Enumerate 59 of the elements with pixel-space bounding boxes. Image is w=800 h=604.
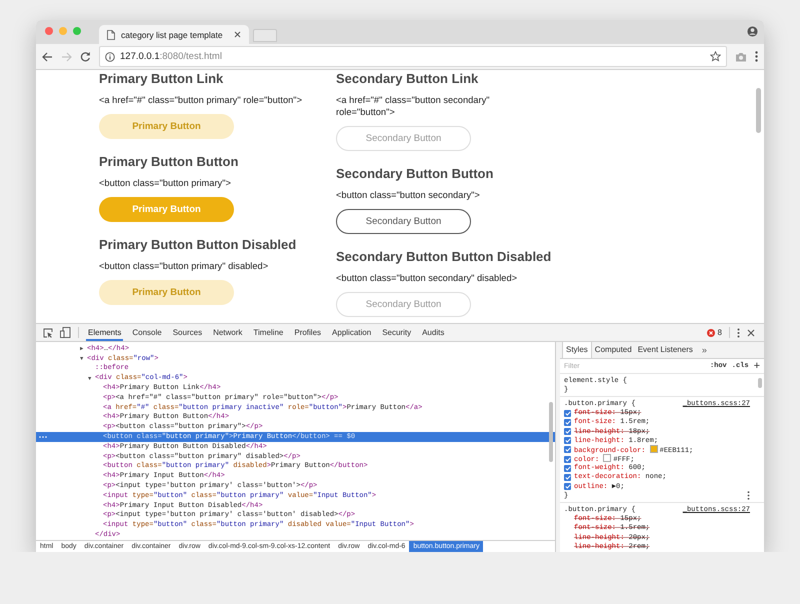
- device-toolbar-icon[interactable]: [60, 327, 71, 338]
- checkbox[interactable]: [564, 428, 571, 436]
- styles-tab[interactable]: Computed: [592, 342, 635, 358]
- checkbox[interactable]: [564, 483, 571, 490]
- checkbox[interactable]: [564, 474, 571, 481]
- star-icon[interactable]: [710, 51, 721, 62]
- section-heading: Primary Button Button Disabled: [99, 237, 298, 252]
- scrollbar-thumb[interactable]: [549, 402, 553, 462]
- checkbox[interactable]: [564, 418, 571, 426]
- error-count[interactable]: 8: [718, 328, 722, 337]
- section-heading: Primary Button Link: [99, 71, 224, 86]
- new-rule-button[interactable]: +: [754, 360, 760, 372]
- code-snippet: <button class="button primary" disabled>: [99, 260, 270, 272]
- close-icon[interactable]: [234, 31, 241, 38]
- inspect-element-icon[interactable]: [43, 328, 53, 338]
- kebab-menu-icon[interactable]: [755, 51, 758, 62]
- devtools-tab[interactable]: Audits: [420, 324, 446, 341]
- styles-tab[interactable]: Styles: [562, 342, 592, 358]
- reload-icon[interactable]: [80, 51, 91, 62]
- back-arrow-icon[interactable]: [42, 52, 53, 62]
- code-snippet: <button class="button primary">: [99, 177, 232, 189]
- checkbox[interactable]: [564, 456, 571, 463]
- close-window-icon[interactable]: [45, 27, 53, 35]
- code-snippet: <a href="#" class="button secondary" role="button">: [336, 94, 491, 118]
- kebab-menu-icon[interactable]: [747, 491, 750, 500]
- scrollbar-thumb[interactable]: [756, 88, 761, 133]
- devtools-tab[interactable]: Profiles: [292, 324, 324, 341]
- document-icon: [107, 30, 115, 40]
- info-icon: [105, 52, 115, 62]
- section-heading: Secondary Button Button: [336, 166, 494, 181]
- kebab-menu-icon[interactable]: [737, 328, 740, 338]
- browser-tab[interactable]: category list page template: [99, 25, 249, 44]
- devtools-tab[interactable]: Security: [380, 324, 414, 341]
- profile-icon[interactable]: [747, 26, 758, 37]
- section-heading: Primary Button Button: [99, 154, 240, 169]
- more-tabs-button[interactable]: »: [696, 345, 713, 355]
- scrollbar-thumb[interactable]: [758, 378, 762, 388]
- devtools-tab[interactable]: Elements: [86, 324, 124, 341]
- tab-title: category list page template: [121, 30, 224, 40]
- code-snippet: <a href="#" class="button primary" role="button">: [99, 94, 304, 106]
- checkbox[interactable]: [564, 446, 571, 454]
- code-snippet: <button class="button secondary" disabled>: [336, 272, 518, 284]
- devtools-tab[interactable]: Network: [211, 324, 244, 341]
- error-icon: [706, 328, 715, 336]
- devtools-tab[interactable]: Sources: [170, 324, 204, 341]
- section-heading: Secondary Button Link: [336, 71, 480, 86]
- close-icon[interactable]: [747, 328, 755, 336]
- devtools-tab[interactable]: Console: [130, 324, 164, 341]
- checkbox[interactable]: [564, 464, 571, 472]
- checkbox[interactable]: [564, 410, 571, 417]
- section-heading: Secondary Button Button Disabled: [336, 249, 552, 264]
- code-snippet: <button class="button secondary">: [336, 189, 481, 201]
- styles-tab[interactable]: Event Listeners: [634, 342, 696, 358]
- secondary-button[interactable]: Secondary Button: [336, 209, 471, 234]
- checkbox[interactable]: [564, 437, 571, 444]
- ellipsis-icon[interactable]: [39, 436, 47, 438]
- address-field[interactable]: 127.0.0.1:8080/test.html: [99, 46, 727, 67]
- devtools-tab[interactable]: Timeline: [251, 324, 286, 341]
- devtools-tab[interactable]: Application: [330, 324, 374, 341]
